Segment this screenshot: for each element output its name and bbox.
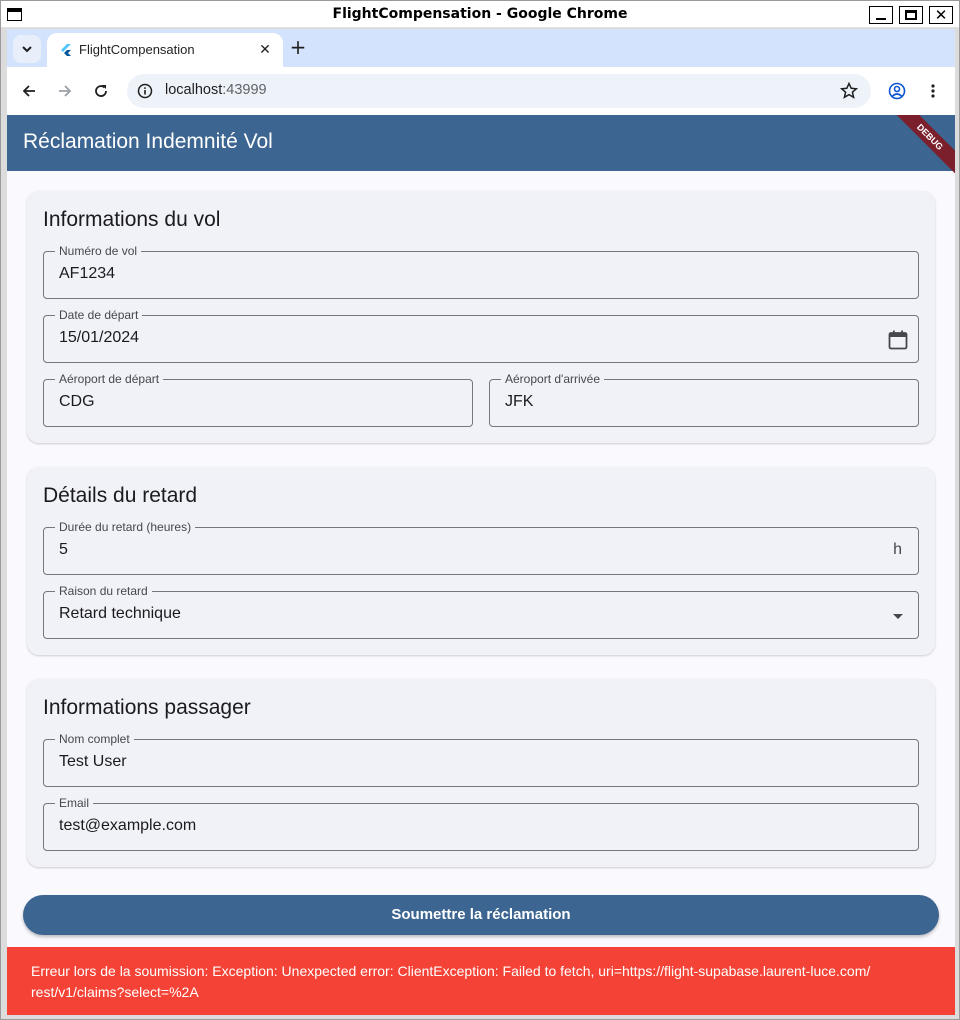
browser-toolbar: localhost:43999 — [7, 67, 955, 115]
address-bar[interactable]: localhost:43999 — [127, 74, 871, 108]
flight-info-title: Informations du vol — [43, 208, 221, 231]
departure-airport-field[interactable]: Aéroport de départ CDG — [43, 372, 473, 427]
departure-date-value: 15/01/2024 — [59, 329, 140, 346]
page-title: Réclamation Indemnité Vol — [23, 130, 273, 153]
tab-title: FlightCompensation — [79, 42, 195, 57]
tab-close-icon[interactable]: ✕ — [255, 40, 275, 60]
delay-reason-label: Raison du retard — [55, 584, 152, 598]
window-titlebar: FlightCompensation - Google Chrome ✕ — [1, 1, 959, 28]
more-vert-icon — [931, 84, 935, 98]
close-icon: ✕ — [934, 5, 948, 24]
email-field[interactable]: Email test@example.com — [43, 796, 919, 851]
app-viewport: Réclamation Indemnité Vol DEBUG Informat… — [7, 115, 955, 1015]
delay-details-card: Détails du retard Durée du retard (heure… — [27, 467, 935, 655]
full-name-value: Test User — [59, 753, 127, 770]
chevron-down-icon — [22, 46, 32, 53]
submit-claim-button[interactable]: Soumettre la réclamation — [23, 895, 939, 935]
url-host: localhost — [165, 82, 223, 98]
url-text: localhost:43999 — [165, 82, 267, 98]
debug-banner: DEBUG — [885, 115, 955, 182]
delay-reason-value: Retard technique — [59, 605, 181, 622]
maximize-icon — [905, 10, 917, 20]
passenger-info-card: Informations passager Nom complet Test U… — [27, 679, 935, 867]
calendar-icon[interactable] — [886, 328, 910, 352]
new-tab-button[interactable]: + — [287, 37, 309, 59]
profile-button[interactable] — [885, 79, 909, 103]
minimize-button[interactable] — [869, 6, 893, 24]
flight-info-card: Informations du vol Numéro de vol AF1234… — [27, 191, 935, 443]
flight-number-value: AF1234 — [59, 265, 116, 282]
delay-duration-value: 5 — [59, 541, 68, 558]
delay-duration-field[interactable]: Durée du retard (heures) 5 h — [43, 520, 919, 575]
forward-button[interactable] — [53, 79, 77, 103]
browser-tab[interactable]: FlightCompensation ✕ — [47, 33, 283, 67]
arrow-right-icon — [59, 85, 72, 97]
arrival-airport-field[interactable]: Aéroport d'arrivée JFK — [489, 372, 919, 427]
reload-button[interactable] — [89, 79, 113, 103]
bookmark-star-icon[interactable] — [839, 81, 859, 101]
tab-strip: FlightCompensation ✕ + — [7, 29, 955, 67]
reload-icon — [95, 85, 107, 97]
maximize-button[interactable] — [899, 6, 923, 24]
delay-duration-suffix: h — [893, 541, 902, 558]
error-snackbar: Erreur lors de la soumission: Exception:… — [7, 947, 955, 1015]
delay-reason-select[interactable]: Raison du retard Retard technique — [43, 584, 919, 639]
email-value: test@example.com — [59, 817, 197, 834]
dropdown-arrow-icon[interactable] — [886, 604, 910, 628]
passenger-info-title: Informations passager — [43, 696, 251, 719]
departure-date-label: Date de départ — [55, 308, 143, 322]
arrival-airport-value: JFK — [505, 393, 534, 410]
arrow-left-icon — [22, 85, 35, 97]
arrival-airport-label: Aéroport d'arrivée — [501, 372, 605, 386]
tab-search-button[interactable] — [13, 35, 41, 63]
departure-airport-value: CDG — [59, 393, 95, 410]
account-icon — [888, 82, 906, 100]
back-button[interactable] — [17, 79, 41, 103]
error-message: Erreur lors de la soumission: Exception:… — [31, 963, 871, 1000]
close-window-button[interactable]: ✕ — [929, 6, 953, 24]
flight-number-label: Numéro de vol — [55, 244, 142, 258]
delay-details-title: Détails du retard — [43, 484, 198, 507]
full-name-field[interactable]: Nom complet Test User — [43, 732, 919, 787]
browser-menu-button[interactable] — [921, 79, 945, 103]
full-name-label: Nom complet — [55, 732, 134, 746]
site-info-icon[interactable] — [137, 83, 153, 99]
browser-window: FlightCompensation - Google Chrome ✕ Fli… — [0, 0, 960, 1020]
flutter-icon — [61, 44, 71, 56]
window-title: FlightCompensation - Google Chrome — [332, 6, 628, 22]
flight-number-field[interactable]: Numéro de vol AF1234 — [43, 244, 919, 299]
email-label: Email — [55, 796, 94, 810]
minimize-icon — [876, 18, 886, 20]
app-bar: Réclamation Indemnité Vol DEBUG — [7, 115, 955, 182]
delay-duration-label: Durée du retard (heures) — [55, 520, 196, 534]
url-port: :43999 — [222, 82, 267, 98]
departure-airport-label: Aéroport de départ — [55, 372, 164, 386]
departure-date-field[interactable]: Date de départ 15/01/2024 — [43, 308, 919, 363]
